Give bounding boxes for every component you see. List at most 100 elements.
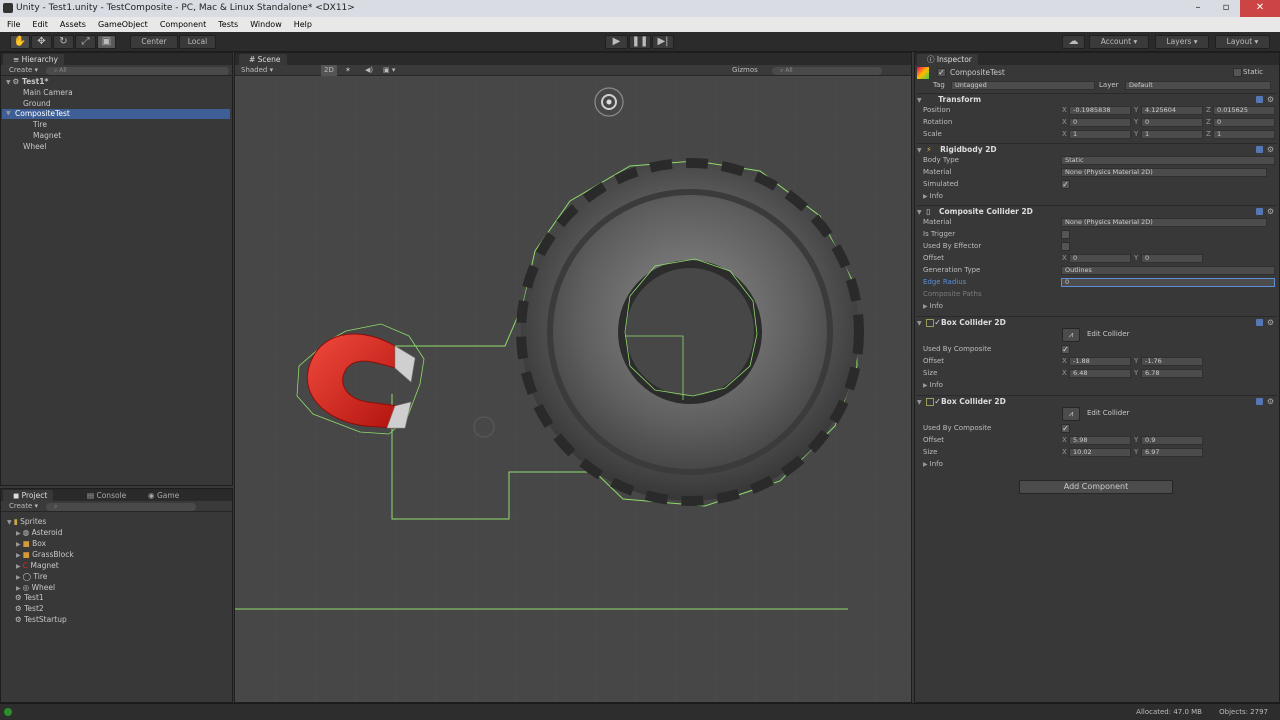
tab-scene[interactable]: # Scene: [239, 54, 287, 65]
help-book-icon[interactable]: [1256, 96, 1263, 103]
cc-offset-y-field[interactable]: 0: [1141, 254, 1203, 263]
box2-size-x-field[interactable]: 10.02: [1069, 448, 1131, 457]
project-item-tire[interactable]: ▶ ◯ Tire: [16, 572, 47, 583]
hierarchy-item-compositetest[interactable]: ▼ CompositeTest: [2, 109, 230, 119]
rotate-tool-icon[interactable]: ↻: [53, 35, 74, 49]
menu-gameobject[interactable]: GameObject: [91, 17, 153, 32]
static-checkbox[interactable]: [1233, 68, 1242, 77]
pivot-local-button[interactable]: Local: [179, 35, 216, 49]
gear-icon[interactable]: ⚙: [1267, 317, 1274, 328]
gear-icon[interactable]: ⚙: [1267, 396, 1274, 407]
tag-dropdown[interactable]: Untagged: [951, 81, 1095, 90]
is-trigger-checkbox[interactable]: [1061, 230, 1070, 239]
edge-radius-field[interactable]: 0: [1061, 278, 1275, 287]
project-search-input[interactable]: ⌕: [46, 503, 196, 511]
gear-icon[interactable]: ⚙: [1267, 94, 1274, 105]
tab-game[interactable]: ◉ Game: [138, 490, 186, 501]
gear-icon[interactable]: ⚙: [1267, 206, 1274, 217]
box2-offset-x-field[interactable]: 5.98: [1069, 436, 1131, 445]
project-item-test2[interactable]: ⚙ Test2: [15, 604, 44, 614]
menu-assets[interactable]: Assets: [53, 17, 91, 32]
box2-info-row[interactable]: ▶ Info: [923, 459, 1275, 470]
box1-offset-y-field[interactable]: -1.76: [1141, 357, 1203, 366]
box1-info-row[interactable]: ▶ Info: [923, 380, 1275, 391]
project-item-asteroid[interactable]: ▶ ◍ Asteroid: [16, 528, 63, 539]
rigidbody2d-header[interactable]: ▼ ⚡ Rigidbody 2D ⚙: [917, 143, 1277, 154]
hierarchy-item-main-camera[interactable]: Main Camera: [23, 88, 73, 98]
scale-tool-icon[interactable]: ⤢: [75, 35, 96, 49]
scale-z-field[interactable]: 1: [1213, 130, 1275, 139]
tab-inspector[interactable]: ⓘ Inspector: [917, 54, 978, 65]
shading-mode-dropdown[interactable]: Shaded: [241, 66, 267, 74]
scene-viewport[interactable]: [235, 76, 911, 702]
help-book-icon[interactable]: [1256, 319, 1263, 326]
box-collider-1-header[interactable]: ▼ ✓Box Collider 2D ⚙: [917, 316, 1277, 327]
cc-offset-x-field[interactable]: 0: [1069, 254, 1131, 263]
menu-window[interactable]: Window: [243, 17, 287, 32]
edit-collider-1-button[interactable]: ⩘: [1062, 328, 1080, 342]
layer-dropdown[interactable]: Default: [1125, 81, 1271, 90]
project-folder-sprites[interactable]: ▼ ▮ Sprites: [7, 517, 46, 528]
used-by-effector-checkbox[interactable]: [1061, 242, 1070, 251]
box-collider-2-header[interactable]: ▼ ✓Box Collider 2D ⚙: [917, 395, 1277, 406]
hierarchy-search-input[interactable]: ⌕ All: [46, 67, 229, 75]
rotation-z-field[interactable]: 0: [1213, 118, 1275, 127]
help-book-icon[interactable]: [1256, 146, 1263, 153]
composite-collider-header[interactable]: ▼ ▯ Composite Collider 2D ⚙: [917, 205, 1277, 216]
body-type-dropdown[interactable]: Static: [1061, 156, 1275, 165]
box1-size-x-field[interactable]: 6.48: [1069, 369, 1131, 378]
tab-project[interactable]: ◼ Project: [3, 490, 54, 501]
rect-tool-icon[interactable]: ▣: [97, 35, 116, 49]
step-icon[interactable]: ▶|: [652, 35, 674, 49]
cc-info-row[interactable]: ▶ Info: [923, 301, 1275, 312]
audio-icon[interactable]: ◀): [365, 65, 373, 76]
hand-tool-icon[interactable]: ✋: [10, 35, 30, 49]
box1-size-y-field[interactable]: 6.78: [1141, 369, 1203, 378]
effects-icon[interactable]: ▣ ▾: [383, 65, 395, 76]
active-checkbox[interactable]: ✓: [937, 68, 946, 77]
maximize-icon[interactable]: ▫: [1212, 0, 1240, 17]
project-item-grassblock[interactable]: ▶ ■ GrassBlock: [16, 550, 74, 561]
2d-toggle[interactable]: 2D: [321, 65, 337, 76]
play-icon[interactable]: ▶: [605, 35, 628, 49]
project-item-teststartup[interactable]: ⚙ TestStartup: [15, 615, 67, 625]
lighting-icon[interactable]: ✶: [345, 65, 351, 76]
rb-info-row[interactable]: ▶ Info: [923, 191, 1275, 202]
position-y-field[interactable]: 4.125604: [1141, 106, 1203, 115]
pause-icon[interactable]: ❚❚: [629, 35, 651, 49]
menu-help[interactable]: Help: [287, 17, 317, 32]
rotation-x-field[interactable]: 0: [1069, 118, 1131, 127]
object-name-field[interactable]: CompositeTest: [950, 67, 1005, 78]
edit-collider-2-button[interactable]: ⩘: [1062, 407, 1080, 421]
box2-size-y-field[interactable]: 6.97: [1141, 448, 1203, 457]
hierarchy-item-tire[interactable]: Tire: [33, 120, 47, 130]
cc-material-field[interactable]: None (Physics Material 2D): [1061, 218, 1267, 227]
cloud-icon[interactable]: ☁: [1062, 35, 1085, 49]
box2-used-by-composite-checkbox[interactable]: ✓: [1061, 424, 1070, 433]
hierarchy-item-wheel[interactable]: Wheel: [23, 142, 46, 152]
rb-material-field[interactable]: None (Physics Material 2D): [1061, 168, 1267, 177]
project-item-box[interactable]: ▶ ■ Box: [16, 539, 46, 550]
generation-type-dropdown[interactable]: Outlines: [1061, 266, 1275, 275]
pivot-center-button[interactable]: Center: [130, 35, 178, 49]
layers-dropdown[interactable]: Layers ▾: [1155, 35, 1209, 49]
position-z-field[interactable]: 0.015625: [1213, 106, 1275, 115]
layout-dropdown[interactable]: Layout ▾: [1215, 35, 1270, 49]
help-book-icon[interactable]: [1256, 208, 1263, 215]
menu-tests[interactable]: Tests: [211, 17, 243, 32]
gear-icon[interactable]: ⚙: [1267, 144, 1274, 155]
tab-hierarchy[interactable]: ≡ Hierarchy: [3, 54, 64, 65]
add-component-button[interactable]: Add Component: [1019, 480, 1173, 494]
project-item-magnet[interactable]: ▶ ᑕ Magnet: [16, 561, 59, 572]
account-dropdown[interactable]: Account ▾: [1089, 35, 1149, 49]
transform-header[interactable]: ▼ Transform ⚙: [917, 93, 1277, 104]
menu-file[interactable]: File: [0, 17, 25, 32]
project-item-test1[interactable]: ⚙ Test1: [15, 593, 44, 603]
position-x-field[interactable]: -0.1985838: [1069, 106, 1131, 115]
rotation-y-field[interactable]: 0: [1141, 118, 1203, 127]
move-tool-icon[interactable]: ✥: [31, 35, 52, 49]
hierarchy-create-button[interactable]: Create: [9, 66, 32, 74]
simulated-checkbox[interactable]: ✓: [1061, 180, 1070, 189]
box1-used-by-composite-checkbox[interactable]: ✓: [1061, 345, 1070, 354]
box1-offset-x-field[interactable]: -1.88: [1069, 357, 1131, 366]
